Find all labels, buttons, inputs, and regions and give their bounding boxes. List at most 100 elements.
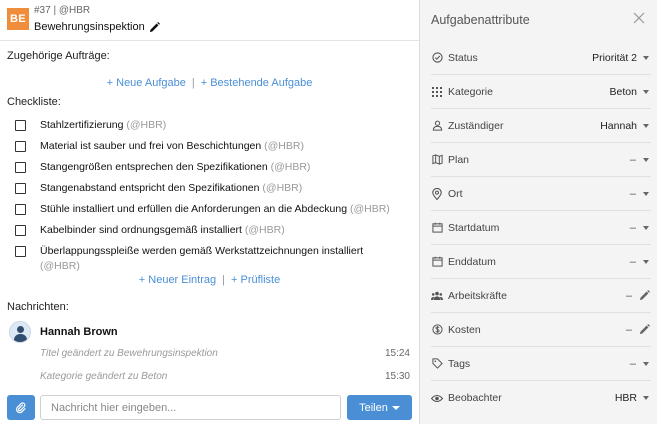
message-entry: Titel geändert zu Bewehrungsinspektion 1… (40, 348, 410, 359)
attr-status[interactable]: Status Priorität 2 (431, 41, 651, 75)
checklist-item-text: Überlappungsspleiße werden gemäß Werksta… (40, 245, 364, 257)
checkbox[interactable] (15, 225, 26, 236)
task-id: #37 | @HBR (34, 5, 91, 16)
attr-plan[interactable]: Plan – (431, 143, 651, 177)
chevron-down-icon[interactable] (643, 89, 649, 94)
attr-tags[interactable]: Tags – (431, 347, 651, 381)
map-icon (431, 154, 443, 166)
attr-value[interactable]: – (626, 324, 632, 336)
task-title-row[interactable]: Bewehrungsinspektion (34, 21, 160, 33)
message-text: Kategorie geändert zu Beton (40, 371, 168, 382)
attr-workforce[interactable]: Arbeitskräfte – (431, 279, 651, 313)
message-input[interactable] (40, 395, 341, 420)
attr-label: Arbeitskräfte (448, 289, 507, 302)
message-entry: Kategorie geändert zu Beton 15:30 (40, 371, 410, 382)
related-tasks-label: Zugehörige Aufträge: (7, 50, 110, 62)
task-title[interactable]: Bewehrungsinspektion (34, 21, 145, 33)
checkbox[interactable] (15, 120, 26, 131)
attr-value[interactable]: Beton (610, 86, 637, 98)
attr-category[interactable]: Kategorie Beton (431, 75, 651, 109)
task-detail-pane: BE #37 | @HBR Bewehrungsinspektion Zugeh… (0, 0, 419, 424)
attr-start-date[interactable]: Startdatum – (431, 211, 651, 245)
checklist-item-author: (@HBR) (264, 140, 304, 152)
attr-value[interactable]: Priorität 2 (592, 52, 637, 64)
status-icon (431, 52, 443, 64)
attr-value[interactable]: – (630, 256, 636, 268)
caret-down-icon (391, 405, 400, 410)
checklist-item[interactable]: Stangengrößen entsprechen den Spezifikat… (15, 160, 410, 175)
attr-value[interactable]: HBR (615, 392, 637, 404)
chevron-down-icon[interactable] (643, 225, 649, 230)
task-header: BE #37 | @HBR Bewehrungsinspektion (0, 0, 419, 41)
close-icon[interactable] (633, 12, 645, 24)
checklist-item-author: (@HBR) (262, 182, 303, 194)
pin-icon (431, 187, 443, 200)
chevron-down-icon[interactable] (643, 55, 649, 60)
attr-label: Beobachter (448, 392, 502, 404)
add-checklist-link[interactable]: + Prüfliste (231, 274, 280, 286)
edit-pencil-icon[interactable] (639, 290, 650, 301)
message-text: Titel geändert zu Bewehrungsinspektion (40, 348, 218, 359)
link-separator: | (222, 274, 225, 286)
attr-end-date[interactable]: Enddatum – (431, 245, 651, 279)
checkbox[interactable] (15, 141, 26, 152)
attr-assignee[interactable]: Zuständiger Hannah (431, 109, 651, 143)
edit-pencil-icon[interactable] (149, 21, 160, 33)
new-entry-link[interactable]: + Neuer Eintrag (139, 274, 216, 286)
edit-pencil-icon[interactable] (639, 324, 650, 335)
checklist: Stahlzertifizierung (@HBR) Material ist … (15, 118, 410, 280)
attr-value[interactable]: – (630, 188, 636, 200)
chevron-down-icon[interactable] (643, 157, 649, 162)
share-button[interactable]: Teilen (347, 395, 412, 420)
attr-label: Zuständiger (448, 119, 504, 132)
checklist-item-author: (@HBR) (40, 260, 80, 272)
grid-icon (431, 86, 443, 98)
checklist-item[interactable]: Stühle installiert und erfüllen die Anfo… (15, 202, 410, 217)
chevron-down-icon[interactable] (643, 361, 649, 366)
link-separator: | (191, 77, 195, 89)
attr-value[interactable]: – (630, 154, 636, 166)
checklist-item[interactable]: Material ist sauber und frei von Beschic… (15, 139, 410, 154)
share-button-label: Teilen (359, 401, 388, 414)
message-composer: Teilen (0, 390, 419, 424)
messages-label: Nachrichten: (7, 301, 69, 313)
checklist-item-text: Stahlzertifizierung (40, 119, 124, 131)
checklist-item[interactable]: Kabelbinder sind ordnungsgemäß installie… (15, 223, 410, 238)
attr-label: Ort (448, 187, 463, 200)
existing-task-link[interactable]: + Bestehende Aufgabe (201, 77, 313, 89)
attributes-panel: Aufgabenattribute Status Priorität 2 Kat… (419, 0, 657, 424)
paperclip-icon (16, 401, 26, 413)
checklist-item[interactable]: Stahlzertifizierung (@HBR) (15, 118, 410, 133)
related-links: + Neue Aufgabe | + Bestehende Aufgabe (0, 77, 419, 89)
attr-costs[interactable]: Kosten – (431, 313, 651, 347)
checklist-item[interactable]: Überlappungsspleiße werden gemäß Werksta… (15, 244, 410, 274)
attr-label: Plan (448, 153, 470, 166)
people-icon (431, 290, 443, 302)
category-badge: BE (7, 8, 29, 30)
attr-label: Status (448, 51, 478, 64)
attr-value[interactable]: Hannah (600, 120, 637, 132)
attr-location[interactable]: Ort – (431, 177, 651, 211)
checkbox[interactable] (15, 204, 26, 215)
chevron-down-icon[interactable] (643, 259, 649, 264)
checklist-item-text: Stangenabstand entspricht den Spezifikat… (40, 182, 260, 194)
attr-value[interactable]: – (630, 358, 636, 370)
dollar-icon (431, 324, 443, 336)
attribute-list: Status Priorität 2 Kategorie Beton Zustä… (431, 41, 651, 415)
new-task-link[interactable]: + Neue Aufgabe (107, 77, 186, 89)
chevron-down-icon[interactable] (643, 123, 649, 128)
attr-watchers[interactable]: Beobachter HBR (431, 381, 651, 415)
person-icon (431, 120, 443, 132)
checklist-item[interactable]: Stangenabstand entspricht den Spezifikat… (15, 181, 410, 196)
attr-value[interactable]: – (630, 222, 636, 234)
checklist-links: + Neuer Eintrag | + Prüfliste (0, 274, 419, 286)
chevron-down-icon[interactable] (643, 191, 649, 196)
chevron-down-icon[interactable] (643, 396, 649, 400)
eye-icon (431, 392, 443, 404)
attr-value[interactable]: – (626, 290, 632, 302)
checkbox[interactable] (15, 162, 26, 173)
attr-label: Startdatum (448, 221, 500, 234)
attach-button[interactable] (7, 395, 35, 420)
checkbox[interactable] (15, 246, 26, 257)
checkbox[interactable] (15, 183, 26, 194)
